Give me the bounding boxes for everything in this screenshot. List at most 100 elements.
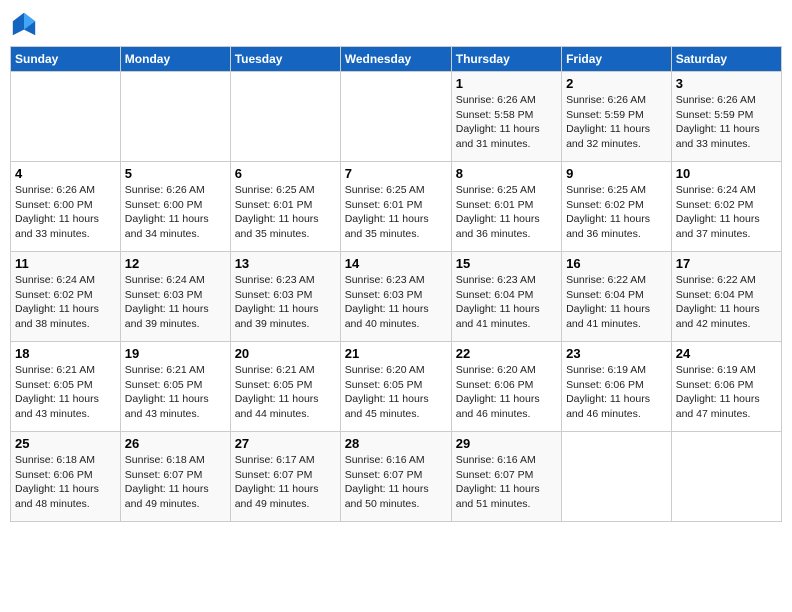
day-number: 27 bbox=[235, 436, 336, 451]
day-info: Sunrise: 6:20 AMSunset: 6:06 PMDaylight:… bbox=[456, 363, 557, 422]
day-cell: 4 Sunrise: 6:26 AMSunset: 6:00 PMDaylight… bbox=[11, 162, 121, 252]
day-cell bbox=[562, 432, 672, 522]
day-info: Sunrise: 6:23 AMSunset: 6:04 PMDaylight:… bbox=[456, 273, 557, 332]
day-number: 21 bbox=[345, 346, 447, 361]
week-row-5: 25 Sunrise: 6:18 AMSunset: 6:06 PMDayligh… bbox=[11, 432, 782, 522]
day-number: 16 bbox=[566, 256, 667, 271]
day-info: Sunrise: 6:18 AMSunset: 6:06 PMDaylight:… bbox=[15, 453, 116, 512]
day-number: 3 bbox=[676, 76, 777, 91]
day-number: 2 bbox=[566, 76, 667, 91]
day-cell: 26 Sunrise: 6:18 AMSunset: 6:07 PMDayligh… bbox=[120, 432, 230, 522]
day-number: 4 bbox=[15, 166, 116, 181]
day-info: Sunrise: 6:23 AMSunset: 6:03 PMDaylight:… bbox=[345, 273, 447, 332]
day-cell bbox=[671, 432, 781, 522]
calendar-table: SundayMondayTuesdayWednesdayThursdayFrid… bbox=[10, 46, 782, 522]
day-number: 24 bbox=[676, 346, 777, 361]
day-info: Sunrise: 6:26 AMSunset: 5:59 PMDaylight:… bbox=[566, 93, 667, 152]
day-number: 12 bbox=[125, 256, 226, 271]
day-header-wednesday: Wednesday bbox=[340, 47, 451, 72]
day-header-monday: Monday bbox=[120, 47, 230, 72]
day-cell bbox=[120, 72, 230, 162]
day-header-saturday: Saturday bbox=[671, 47, 781, 72]
day-info: Sunrise: 6:22 AMSunset: 6:04 PMDaylight:… bbox=[676, 273, 777, 332]
day-info: Sunrise: 6:25 AMSunset: 6:01 PMDaylight:… bbox=[456, 183, 557, 242]
day-number: 13 bbox=[235, 256, 336, 271]
day-cell: 24 Sunrise: 6:19 AMSunset: 6:06 PMDayligh… bbox=[671, 342, 781, 432]
day-number: 8 bbox=[456, 166, 557, 181]
day-cell: 7 Sunrise: 6:25 AMSunset: 6:01 PMDaylight… bbox=[340, 162, 451, 252]
day-info: Sunrise: 6:25 AMSunset: 6:01 PMDaylight:… bbox=[235, 183, 336, 242]
day-number: 7 bbox=[345, 166, 447, 181]
header bbox=[10, 10, 782, 38]
day-header-tuesday: Tuesday bbox=[230, 47, 340, 72]
day-number: 26 bbox=[125, 436, 226, 451]
day-info: Sunrise: 6:16 AMSunset: 6:07 PMDaylight:… bbox=[456, 453, 557, 512]
day-cell: 11 Sunrise: 6:24 AMSunset: 6:02 PMDayligh… bbox=[11, 252, 121, 342]
day-number: 18 bbox=[15, 346, 116, 361]
day-info: Sunrise: 6:26 AMSunset: 5:58 PMDaylight:… bbox=[456, 93, 557, 152]
day-info: Sunrise: 6:24 AMSunset: 6:02 PMDaylight:… bbox=[15, 273, 116, 332]
day-header-thursday: Thursday bbox=[451, 47, 561, 72]
day-number: 10 bbox=[676, 166, 777, 181]
day-info: Sunrise: 6:25 AMSunset: 6:02 PMDaylight:… bbox=[566, 183, 667, 242]
day-cell: 21Sunrise: 6:20 AMSunset: 6:05 PMDayligh… bbox=[340, 342, 451, 432]
day-number: 22 bbox=[456, 346, 557, 361]
day-cell: 9 Sunrise: 6:25 AMSunset: 6:02 PMDaylight… bbox=[562, 162, 672, 252]
day-cell: 29 Sunrise: 6:16 AMSunset: 6:07 PMDayligh… bbox=[451, 432, 561, 522]
day-cell: 3 Sunrise: 6:26 AMSunset: 5:59 PMDaylight… bbox=[671, 72, 781, 162]
day-cell: 17 Sunrise: 6:22 AMSunset: 6:04 PMDayligh… bbox=[671, 252, 781, 342]
day-info: Sunrise: 6:17 AMSunset: 6:07 PMDaylight:… bbox=[235, 453, 336, 512]
day-cell: 2 Sunrise: 6:26 AMSunset: 5:59 PMDaylight… bbox=[562, 72, 672, 162]
day-cell: 25 Sunrise: 6:18 AMSunset: 6:06 PMDayligh… bbox=[11, 432, 121, 522]
day-cell bbox=[11, 72, 121, 162]
day-cell bbox=[340, 72, 451, 162]
day-number: 14 bbox=[345, 256, 447, 271]
day-cell: 16 Sunrise: 6:22 AMSunset: 6:04 PMDayligh… bbox=[562, 252, 672, 342]
day-info: Sunrise: 6:23 AMSunset: 6:03 PMDaylight:… bbox=[235, 273, 336, 332]
day-info: Sunrise: 6:26 AMSunset: 6:00 PMDaylight:… bbox=[15, 183, 116, 242]
day-number: 19 bbox=[125, 346, 226, 361]
day-info: Sunrise: 6:25 AMSunset: 6:01 PMDaylight:… bbox=[345, 183, 447, 242]
day-info: Sunrise: 6:18 AMSunset: 6:07 PMDaylight:… bbox=[125, 453, 226, 512]
day-number: 28 bbox=[345, 436, 447, 451]
day-info: Sunrise: 6:26 AMSunset: 5:59 PMDaylight:… bbox=[676, 93, 777, 152]
day-cell: 27 Sunrise: 6:17 AMSunset: 6:07 PMDayligh… bbox=[230, 432, 340, 522]
day-number: 17 bbox=[676, 256, 777, 271]
week-row-2: 4 Sunrise: 6:26 AMSunset: 6:00 PMDaylight… bbox=[11, 162, 782, 252]
day-cell: 28Sunrise: 6:16 AMSunset: 6:07 PMDayligh… bbox=[340, 432, 451, 522]
day-cell: 6 Sunrise: 6:25 AMSunset: 6:01 PMDaylight… bbox=[230, 162, 340, 252]
day-cell: 15Sunrise: 6:23 AMSunset: 6:04 PMDayligh… bbox=[451, 252, 561, 342]
day-number: 1 bbox=[456, 76, 557, 91]
day-cell: 23Sunrise: 6:19 AMSunset: 6:06 PMDayligh… bbox=[562, 342, 672, 432]
week-row-3: 11 Sunrise: 6:24 AMSunset: 6:02 PMDayligh… bbox=[11, 252, 782, 342]
day-number: 20 bbox=[235, 346, 336, 361]
day-info: Sunrise: 6:26 AMSunset: 6:00 PMDaylight:… bbox=[125, 183, 226, 242]
day-header-friday: Friday bbox=[562, 47, 672, 72]
day-info: Sunrise: 6:21 AMSunset: 6:05 PMDaylight:… bbox=[15, 363, 116, 422]
day-cell: 12Sunrise: 6:24 AMSunset: 6:03 PMDayligh… bbox=[120, 252, 230, 342]
day-number: 6 bbox=[235, 166, 336, 181]
day-cell: 19 Sunrise: 6:21 AMSunset: 6:05 PMDayligh… bbox=[120, 342, 230, 432]
day-cell: 5 Sunrise: 6:26 AMSunset: 6:00 PMDaylight… bbox=[120, 162, 230, 252]
day-info: Sunrise: 6:21 AMSunset: 6:05 PMDaylight:… bbox=[235, 363, 336, 422]
day-info: Sunrise: 6:22 AMSunset: 6:04 PMDaylight:… bbox=[566, 273, 667, 332]
day-info: Sunrise: 6:19 AMSunset: 6:06 PMDaylight:… bbox=[676, 363, 777, 422]
day-number: 11 bbox=[15, 256, 116, 271]
week-row-4: 18 Sunrise: 6:21 AMSunset: 6:05 PMDayligh… bbox=[11, 342, 782, 432]
day-cell: 14 Sunrise: 6:23 AMSunset: 6:03 PMDayligh… bbox=[340, 252, 451, 342]
day-cell bbox=[230, 72, 340, 162]
day-header-sunday: Sunday bbox=[11, 47, 121, 72]
day-cell: 10Sunrise: 6:24 AMSunset: 6:02 PMDayligh… bbox=[671, 162, 781, 252]
days-header-row: SundayMondayTuesdayWednesdayThursdayFrid… bbox=[11, 47, 782, 72]
day-number: 9 bbox=[566, 166, 667, 181]
day-cell: 18 Sunrise: 6:21 AMSunset: 6:05 PMDayligh… bbox=[11, 342, 121, 432]
day-cell: 8 Sunrise: 6:25 AMSunset: 6:01 PMDaylight… bbox=[451, 162, 561, 252]
day-number: 29 bbox=[456, 436, 557, 451]
day-info: Sunrise: 6:19 AMSunset: 6:06 PMDaylight:… bbox=[566, 363, 667, 422]
day-info: Sunrise: 6:21 AMSunset: 6:05 PMDaylight:… bbox=[125, 363, 226, 422]
day-cell: 20 Sunrise: 6:21 AMSunset: 6:05 PMDayligh… bbox=[230, 342, 340, 432]
day-cell: 13 Sunrise: 6:23 AMSunset: 6:03 PMDayligh… bbox=[230, 252, 340, 342]
day-number: 5 bbox=[125, 166, 226, 181]
day-number: 25 bbox=[15, 436, 116, 451]
day-cell: 1 Sunrise: 6:26 AMSunset: 5:58 PMDaylight… bbox=[451, 72, 561, 162]
